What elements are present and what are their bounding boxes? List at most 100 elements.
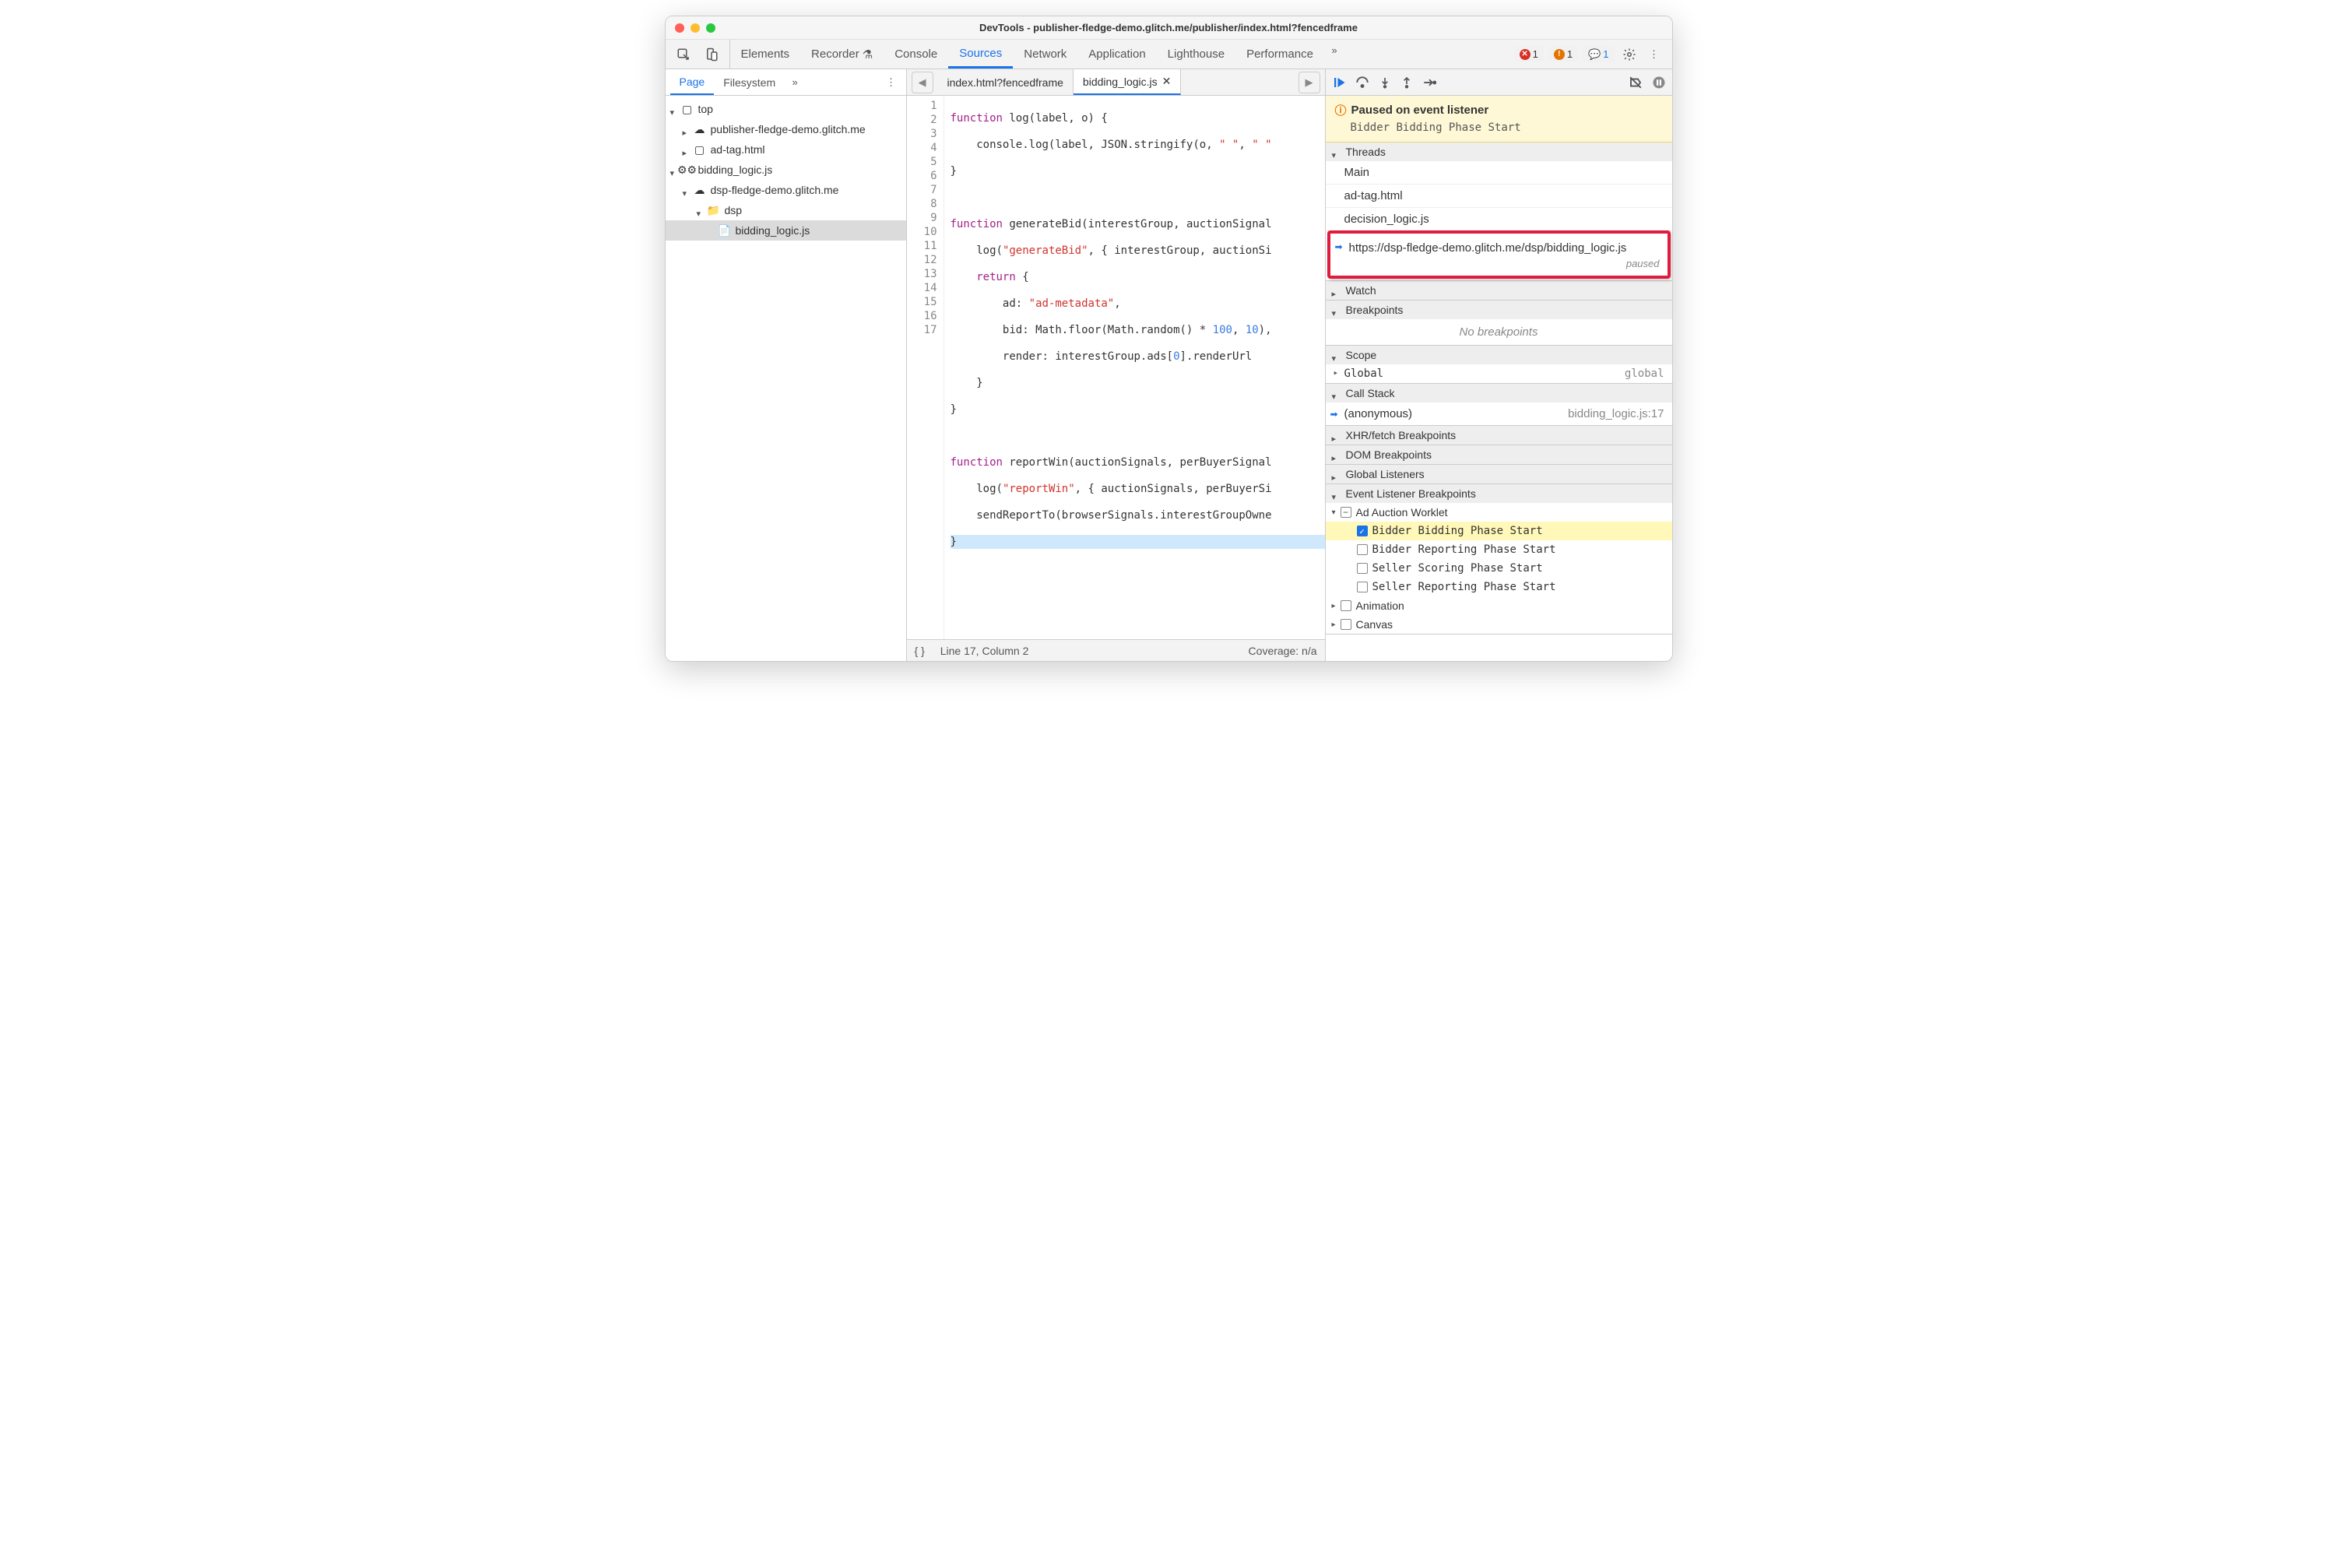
- stack-frame[interactable]: (anonymous)bidding_logic.js:17: [1326, 403, 1672, 425]
- thread-bidding-highlighted[interactable]: https://dsp-fledge-demo.glitch.me/dsp/bi…: [1327, 230, 1671, 279]
- paused-banner: ⓘPaused on event listener Bidder Bidding…: [1326, 96, 1672, 142]
- cloud-icon: ☁: [694, 123, 706, 135]
- checkbox-icon[interactable]: [1357, 582, 1368, 592]
- issues-icon: 💬: [1588, 48, 1601, 61]
- editor-nav-back-icon[interactable]: ◀: [912, 72, 933, 93]
- tab-performance[interactable]: Performance: [1235, 40, 1324, 69]
- tab-application[interactable]: Application: [1077, 40, 1156, 69]
- thread-adtag[interactable]: ad-tag.html: [1326, 185, 1672, 208]
- thread-main[interactable]: Main: [1326, 161, 1672, 185]
- tree-publisher-domain[interactable]: ☁publisher-fledge-demo.glitch.me: [666, 119, 906, 139]
- global-listeners-header[interactable]: Global Listeners: [1326, 465, 1672, 483]
- checkbox-icon[interactable]: [1341, 600, 1351, 611]
- editor-statusbar: { } Line 17, Column 2 Coverage: n/a: [907, 639, 1325, 661]
- maximize-icon[interactable]: [706, 23, 715, 33]
- flask-icon: ⚗: [863, 47, 873, 62]
- issues-badge[interactable]: 💬1: [1583, 47, 1614, 62]
- code-editor[interactable]: 1234567891011121314151617 function log(l…: [907, 96, 1325, 639]
- kebab-icon[interactable]: ⋮: [1644, 44, 1664, 65]
- scope-header[interactable]: Scope: [1326, 346, 1672, 364]
- tree-adtag[interactable]: ▢ad-tag.html: [666, 139, 906, 160]
- inspect-icon[interactable]: [673, 44, 694, 65]
- traffic-lights: [675, 23, 715, 33]
- tab-lighthouse[interactable]: Lighthouse: [1157, 40, 1235, 69]
- resume-icon[interactable]: [1332, 76, 1346, 90]
- callstack-header[interactable]: Call Stack: [1326, 384, 1672, 403]
- close-tab-icon[interactable]: ✕: [1162, 75, 1172, 88]
- checkbox-icon[interactable]: [1357, 544, 1368, 555]
- tree-top[interactable]: ▢top: [666, 99, 906, 119]
- main-content: Page Filesystem » ⋮ ▢top ☁publisher-fled…: [666, 69, 1672, 661]
- nav-kebab-icon[interactable]: ⋮: [881, 72, 901, 93]
- checkbox-checked-icon[interactable]: ✓: [1357, 526, 1368, 536]
- evt-cat-adauction[interactable]: ▾−Ad Auction Worklet: [1326, 503, 1672, 522]
- editor-tab-bidding[interactable]: bidding_logic.js✕: [1074, 69, 1181, 95]
- more-tabs-icon[interactable]: »: [1324, 40, 1344, 60]
- pretty-print-icon[interactable]: { }: [915, 645, 925, 657]
- cloud-icon: ☁: [694, 184, 706, 196]
- coverage-info: Coverage: n/a: [1249, 645, 1317, 657]
- evt-cat-animation[interactable]: ▸Animation: [1326, 596, 1672, 615]
- checkbox-icon[interactable]: [1341, 619, 1351, 630]
- tab-network[interactable]: Network: [1013, 40, 1077, 69]
- deactivate-bp-icon[interactable]: [1629, 76, 1643, 90]
- xhr-bp-header[interactable]: XHR/fetch Breakpoints: [1326, 426, 1672, 445]
- frame-icon: ▢: [681, 103, 694, 115]
- evt-seller-reporting-start[interactable]: Seller Reporting Phase Start: [1326, 578, 1672, 596]
- dom-bp-header[interactable]: DOM Breakpoints: [1326, 445, 1672, 464]
- editor-nav-fwd-icon[interactable]: ▶: [1299, 72, 1320, 93]
- checkbox-indeterminate-icon[interactable]: −: [1341, 507, 1351, 518]
- cursor-position: Line 17, Column 2: [940, 645, 1029, 657]
- tree-bidding-worklet[interactable]: ⚙⚙bidding_logic.js: [666, 160, 906, 180]
- watch-header[interactable]: Watch: [1326, 281, 1672, 300]
- line-gutter: 1234567891011121314151617: [907, 96, 944, 639]
- file-tree: ▢top ☁publisher-fledge-demo.glitch.me ▢a…: [666, 96, 906, 661]
- error-badge[interactable]: ✕1: [1514, 47, 1544, 62]
- tab-filesystem[interactable]: Filesystem: [714, 69, 785, 95]
- gears-icon: ⚙⚙: [681, 163, 694, 176]
- navigator-tabs: Page Filesystem » ⋮: [666, 69, 906, 96]
- step-into-icon[interactable]: [1379, 76, 1391, 90]
- pause-exceptions-icon[interactable]: [1652, 76, 1666, 90]
- debug-toolbar: [1326, 69, 1672, 96]
- code-content: function log(label, o) { console.log(lab…: [944, 96, 1325, 639]
- event-listener-bp-header[interactable]: Event Listener Breakpoints: [1326, 484, 1672, 503]
- paused-reason: Bidder Bidding Phase Start: [1335, 121, 1663, 134]
- frame-icon: ▢: [694, 143, 706, 156]
- tree-dsp-domain[interactable]: ☁dsp-fledge-demo.glitch.me: [666, 180, 906, 200]
- evt-bidder-bidding-start[interactable]: ✓Bidder Bidding Phase Start: [1326, 522, 1672, 540]
- breakpoints-header[interactable]: Breakpoints: [1326, 301, 1672, 319]
- evt-cat-canvas[interactable]: ▸Canvas: [1326, 615, 1672, 634]
- error-icon: ✕: [1520, 49, 1530, 60]
- navigator-pane: Page Filesystem » ⋮ ▢top ☁publisher-fled…: [666, 69, 907, 661]
- more-nav-tabs-icon[interactable]: »: [785, 72, 805, 93]
- titlebar: DevTools - publisher-fledge-demo.glitch.…: [666, 16, 1672, 40]
- device-icon[interactable]: [701, 44, 722, 65]
- breakpoints-empty: No breakpoints: [1326, 319, 1672, 345]
- tab-console[interactable]: Console: [884, 40, 948, 69]
- editor-tabs: ◀ index.html?fencedframe bidding_logic.j…: [907, 69, 1325, 96]
- tab-page[interactable]: Page: [670, 69, 715, 95]
- window-title: DevTools - publisher-fledge-demo.glitch.…: [979, 22, 1358, 33]
- step-out-icon[interactable]: [1400, 76, 1413, 90]
- scope-global[interactable]: Globalglobal: [1326, 364, 1672, 383]
- folder-icon: 📁: [708, 204, 720, 216]
- minimize-icon[interactable]: [691, 23, 700, 33]
- tab-elements[interactable]: Elements: [730, 40, 801, 69]
- evt-seller-scoring-start[interactable]: Seller Scoring Phase Start: [1326, 559, 1672, 578]
- threads-header[interactable]: Threads: [1326, 142, 1672, 161]
- warning-badge[interactable]: !1: [1548, 47, 1578, 62]
- settings-icon[interactable]: [1619, 44, 1639, 65]
- step-over-icon[interactable]: [1355, 76, 1369, 90]
- tab-sources[interactable]: Sources: [948, 40, 1013, 69]
- thread-decision[interactable]: decision_logic.js: [1326, 208, 1672, 231]
- checkbox-icon[interactable]: [1357, 563, 1368, 574]
- editor-pane: ◀ index.html?fencedframe bidding_logic.j…: [907, 69, 1326, 661]
- editor-tab-index[interactable]: index.html?fencedframe: [938, 69, 1074, 95]
- tree-dsp-folder[interactable]: 📁dsp: [666, 200, 906, 220]
- step-icon[interactable]: [1422, 76, 1436, 90]
- tab-recorder[interactable]: Recorder ⚗: [800, 40, 884, 69]
- close-icon[interactable]: [675, 23, 684, 33]
- evt-bidder-reporting-start[interactable]: Bidder Reporting Phase Start: [1326, 540, 1672, 559]
- tree-bidding-file[interactable]: 📄bidding_logic.js: [666, 220, 906, 241]
